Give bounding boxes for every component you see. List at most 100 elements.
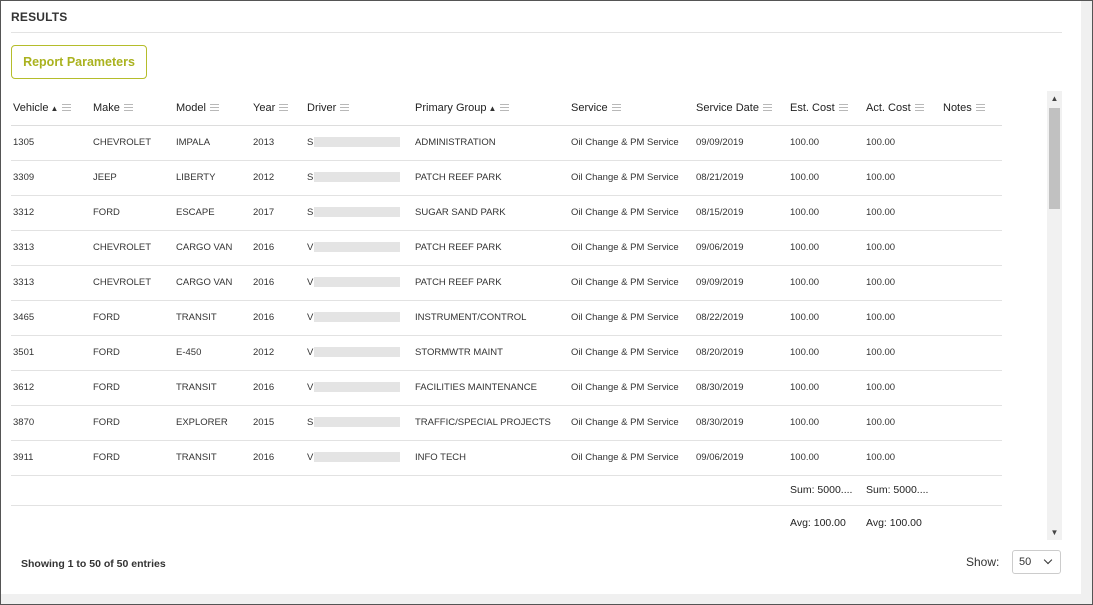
cell-group: INFO TECH [413,440,569,476]
cell-vehicle: 1305 [11,125,91,161]
table-row[interactable]: 3501 FORD E-450 2012 V STORMWTR MAINT Oil Chan… [11,335,1002,371]
summary-row: Sum: 5000.... Sum: 5000.... [11,475,1002,506]
cell-year: 2016 [251,440,305,476]
report-parameters-button[interactable]: Report Parameters [11,45,147,79]
column-menu-icon[interactable] [914,104,924,112]
bottom-gutter [1,594,1092,604]
cell-notes [941,230,1002,266]
table-row[interactable]: 3612 FORD TRANSIT 2016 V FACILITIES MAINTENAN… [11,370,1002,406]
driver-initial: V [307,312,314,323]
column-header-service[interactable]: Service [569,91,694,126]
driver-initial: S [307,137,314,148]
cell-notes [941,265,1002,301]
page-size-select[interactable]: 50 [1012,550,1061,574]
cell-service: Oil Change & PM Service [569,160,694,196]
column-header-group[interactable]: Primary Group ▲ [413,91,569,126]
column-header-notes[interactable]: Notes [941,91,1002,126]
table-row[interactable]: 3313 CHEVROLET CARGO VAN 2016 V PATCH REEF PA… [11,265,1002,301]
table-row[interactable]: 3309 JEEP LIBERTY 2012 S PATCH REEF PARK Oil C… [11,160,1002,196]
cell-make: FORD [91,405,174,441]
sort-ascending-icon[interactable]: ▲ [50,104,58,113]
table-row[interactable]: 3465 FORD TRANSIT 2016 V INSTRUMENT/CONTROL Oi… [11,300,1002,336]
driver-initial: V [307,452,314,463]
cell-group: FACILITIES MAINTENANCE [413,370,569,406]
cell-year: 2017 [251,195,305,231]
cell-est: 100.00 [788,440,864,476]
column-header-driver[interactable]: Driver [305,91,413,126]
cell-model: TRANSIT [174,370,251,406]
summary-est-cost: Avg: 100.00 [788,505,864,540]
cell-make: JEEP [91,160,174,196]
scroll-down-arrow-icon[interactable]: ▼ [1047,525,1062,540]
column-header-date[interactable]: Service Date [694,91,788,126]
cell-driver: V [305,300,413,336]
cell-group: ADMINISTRATION [413,125,569,161]
summary-empty-cell [413,505,569,540]
cell-model: ESCAPE [174,195,251,231]
summary-empty-cell [413,475,569,506]
column-menu-icon[interactable] [975,104,985,112]
cell-group: SUGAR SAND PARK [413,195,569,231]
column-header-label: Act. Cost [866,101,911,114]
cell-notes [941,300,1002,336]
cell-est: 100.00 [788,370,864,406]
summary-empty-cell [694,475,788,506]
cell-date: 09/06/2019 [694,440,788,476]
cell-model: CARGO VAN [174,230,251,266]
cell-year: 2015 [251,405,305,441]
scroll-up-arrow-icon[interactable]: ▲ [1047,91,1062,106]
table-row[interactable]: 3911 FORD TRANSIT 2016 V INFO TECH Oil Change … [11,440,1002,476]
scrollbar-thumb[interactable] [1049,108,1060,209]
column-menu-icon[interactable] [762,104,772,112]
column-menu-icon[interactable] [340,104,350,112]
chevron-down-icon [1043,555,1053,565]
column-menu-icon[interactable] [500,104,510,112]
table-row[interactable]: 3312 FORD ESCAPE 2017 S SUGAR SAND PARK Oil Ch… [11,195,1002,231]
sort-ascending-icon[interactable]: ▲ [489,104,497,113]
vertical-scrollbar[interactable]: ▲ ▼ [1047,91,1062,540]
redacted-name-bar [314,452,401,463]
cell-vehicle: 3911 [11,440,91,476]
column-menu-icon[interactable] [611,104,621,112]
cell-model: LIBERTY [174,160,251,196]
cell-vehicle: 3870 [11,405,91,441]
column-menu-icon[interactable] [123,104,133,112]
cell-notes [941,440,1002,476]
column-header-label: Year [253,101,276,114]
table-row[interactable]: 3313 CHEVROLET CARGO VAN 2016 V PATCH REEF PA… [11,230,1002,266]
column-menu-icon[interactable] [209,104,219,112]
column-header-make[interactable]: Make [91,91,174,126]
summary-empty-cell [11,475,91,506]
column-header-model[interactable]: Model [174,91,251,126]
cell-service: Oil Change & PM Service [569,405,694,441]
cell-driver: V [305,335,413,371]
column-header-year[interactable]: Year [251,91,305,126]
column-header-label: Primary Group [415,101,487,114]
column-menu-icon[interactable] [279,104,289,112]
column-menu-icon[interactable] [62,104,72,112]
cell-make: FORD [91,335,174,371]
column-header-act[interactable]: Act. Cost [864,91,941,126]
summary-empty-cell [251,505,305,540]
driver-initial: V [307,277,314,288]
results-table-container: Vehicle ▲ Make Model Year Driver Primary Group… [11,91,1002,540]
cell-date: 09/09/2019 [694,265,788,301]
column-header-vehicle[interactable]: Vehicle ▲ [11,91,91,126]
cell-vehicle: 3312 [11,195,91,231]
cell-date: 08/30/2019 [694,405,788,441]
summary-empty-cell [11,505,91,540]
table-row[interactable]: 1305 CHEVROLET IMPALA 2013 S ADMINISTRATION Oi… [11,125,1002,161]
cell-vehicle: 3309 [11,160,91,196]
cell-act: 100.00 [864,230,941,266]
summary-act-cost: Avg: 100.00 [864,505,941,540]
summary-act-cost: Sum: 5000.... [864,475,941,506]
table-row[interactable]: 3870 FORD EXPLORER 2015 S TRAFFIC/SPECIAL PRO… [11,405,1002,441]
column-header-label: Vehicle [13,101,49,114]
summary-empty-cell [174,505,251,540]
redacted-name-bar [314,417,401,428]
results-table: Vehicle ▲ Make Model Year Driver Primary Group… [11,91,1002,540]
cell-date: 08/22/2019 [694,300,788,336]
column-header-est[interactable]: Est. Cost [788,91,864,126]
cell-vehicle: 3501 [11,335,91,371]
column-menu-icon[interactable] [838,104,848,112]
